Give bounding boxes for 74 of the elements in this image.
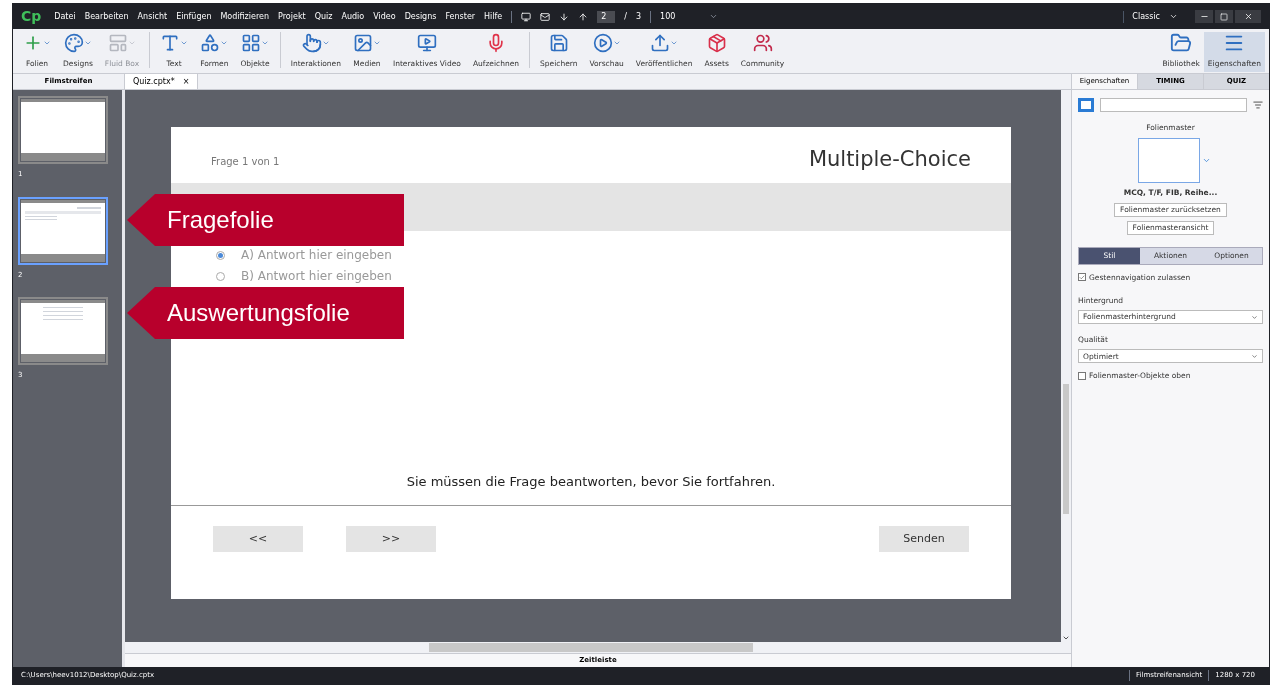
slide-number-field[interactable]: 2 <box>597 10 616 23</box>
workspace-switcher[interactable]: Classic <box>1123 10 1160 23</box>
checkmark-icon <box>1079 273 1085 281</box>
package-icon <box>706 33 727 53</box>
caret-icon <box>670 39 679 47</box>
tab-close-button[interactable]: × <box>182 75 190 88</box>
master-thumbnail[interactable] <box>1138 138 1200 184</box>
image-icon <box>352 33 373 53</box>
caret-icon <box>1251 352 1258 360</box>
menu-item[interactable]: Quiz <box>314 10 333 23</box>
vertical-scrollbar[interactable] <box>1061 90 1071 642</box>
slide-total: 3 <box>636 10 642 23</box>
monitor-icon[interactable] <box>521 11 532 22</box>
menu-item[interactable]: Audio <box>341 10 365 23</box>
menu-item[interactable]: Hilfe <box>484 10 503 23</box>
menu-item[interactable]: Projekt <box>278 10 306 23</box>
answer-text: B) Antwort hier eingeben <box>241 268 392 285</box>
slide-separator: / <box>624 10 627 23</box>
minimize-button[interactable] <box>1195 10 1213 23</box>
question-counter: Frage 1 von 1 <box>211 155 280 169</box>
zoom-value[interactable]: 100 <box>660 10 701 23</box>
users-icon <box>752 33 773 53</box>
video-icon <box>416 33 437 53</box>
grid-icon <box>241 33 262 53</box>
pointer-icon <box>301 33 322 53</box>
menu-item[interactable]: Bearbeiten <box>84 10 129 23</box>
slide-nav-button[interactable]: Senden <box>879 526 969 552</box>
menu-item[interactable]: Einfügen <box>176 10 212 23</box>
caret-icon[interactable] <box>1169 12 1178 21</box>
folder-icon <box>1170 32 1193 54</box>
palette-icon <box>63 33 84 53</box>
caret-icon <box>261 39 270 47</box>
caret-icon[interactable] <box>1062 634 1070 642</box>
close-icon <box>1243 12 1253 21</box>
name-field[interactable] <box>1100 98 1247 112</box>
arrow-up-icon[interactable] <box>578 11 589 22</box>
menu-item[interactable]: Datei <box>54 10 76 23</box>
object-style-icon <box>1078 98 1094 112</box>
maximize-icon <box>1220 12 1228 21</box>
arrow-down-icon[interactable] <box>559 11 570 22</box>
instruction-message: Sie müssen die Frage beantworten, bevor Sie fortfahren. <box>406 472 776 491</box>
slide-nav-button[interactable]: << <box>213 526 303 552</box>
menu-item[interactable]: Video <box>373 10 396 23</box>
slide-title: Multiple-Choice <box>808 145 971 173</box>
shapes-icon <box>200 33 221 53</box>
play-icon <box>592 33 613 53</box>
caret-icon <box>127 39 136 47</box>
app-logo: Cp <box>21 7 42 26</box>
slide-nav-button[interactable]: >> <box>346 526 436 552</box>
document-tab[interactable]: Quiz.cptx* × <box>125 74 199 89</box>
menu-item[interactable]: Ansicht <box>137 10 168 23</box>
caret-icon[interactable] <box>709 12 719 21</box>
save-icon <box>548 33 569 53</box>
caret-icon <box>612 39 621 47</box>
close-button[interactable] <box>1235 10 1261 23</box>
list-options-icon[interactable] <box>1253 100 1263 110</box>
caret-icon <box>321 39 330 47</box>
upload-icon <box>650 33 671 53</box>
mail-icon[interactable] <box>540 11 551 22</box>
caret-icon <box>43 39 51 47</box>
caret-icon <box>83 39 92 47</box>
caret-icon <box>1251 313 1258 321</box>
horizontal-scrollbar[interactable] <box>125 642 1071 653</box>
caret-icon <box>372 39 381 47</box>
text-icon <box>160 33 181 53</box>
menu-item[interactable]: Modifizieren <box>220 10 270 23</box>
answer-text: A) Antwort hier eingeben <box>241 247 392 264</box>
maximize-button[interactable] <box>1215 10 1233 23</box>
layout-icon <box>107 33 128 53</box>
caret-icon <box>180 39 189 47</box>
menu-item[interactable]: Designs <box>404 10 437 23</box>
document-title: Quiz.cptx* <box>133 75 175 88</box>
menu-item[interactable]: Fenster <box>445 10 476 23</box>
caret-icon <box>220 39 229 47</box>
